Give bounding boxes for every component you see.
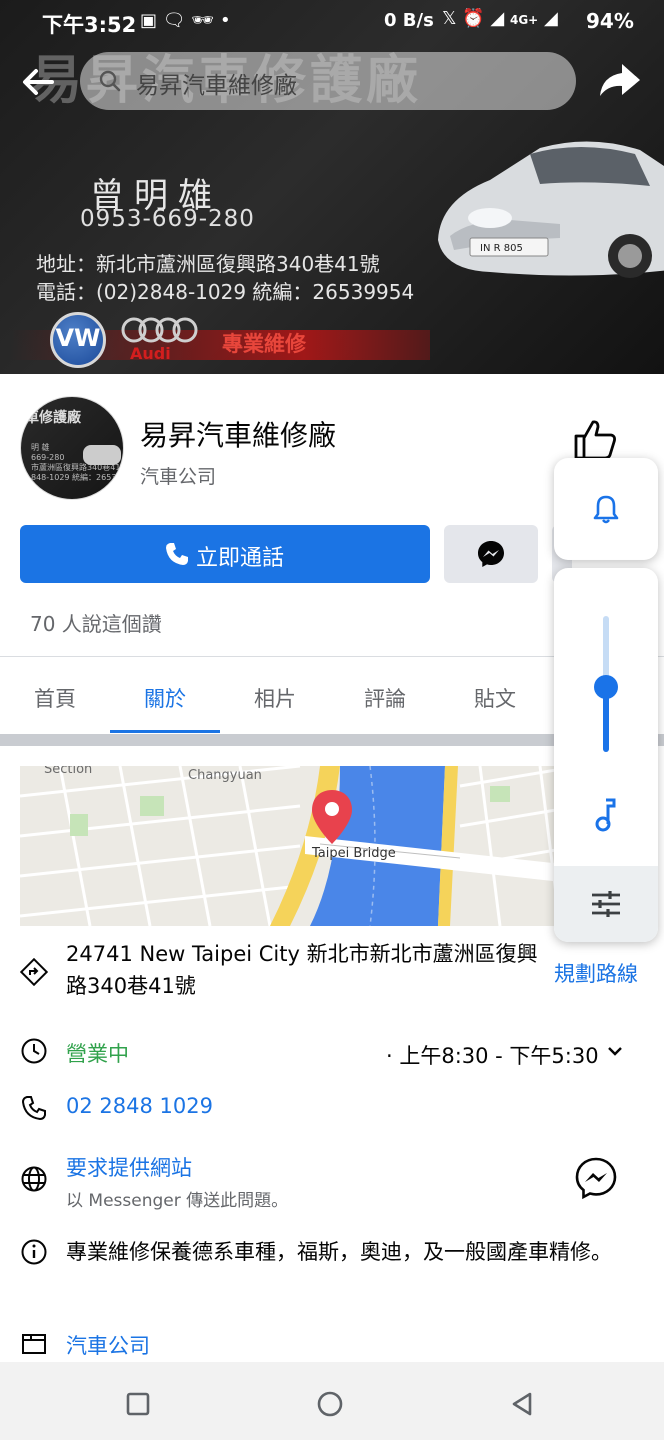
ringer-mode-button[interactable] [554,458,658,560]
messenger-icon [478,541,504,567]
description-text: 專業維修保養德系車種，福斯，奧迪，及一般國產車精修。 [66,1240,612,1264]
incognito-icon: 🕶 [191,10,215,31]
map-graphic [20,766,580,926]
car-plate: IN R 805 [480,243,523,254]
location-map[interactable]: Section Changyuan Taipei Bridge [20,766,580,926]
map-pin-icon [312,790,352,844]
card-tagline: 專業維修 [222,332,306,356]
call-now-button[interactable]: 立即通話 [20,525,430,583]
bell-icon [593,495,619,524]
tab-home[interactable]: 首頁 [34,683,76,713]
equalizer-settings-icon [592,891,620,917]
open-status: 營業中 [66,1042,129,1066]
address-text: 24741 New Taipei City 新北市新北市蘆洲區復興路340巷41… [66,942,538,998]
status-battery: 94% [586,9,634,33]
call-now-label: 立即通話 [196,546,285,571]
signal-4g-label: 4G+ [509,13,539,27]
active-tab-indicator [110,730,220,733]
music-note-icon [595,798,616,832]
page-avatar[interactable]: 車修護廠 明 雄 669-280 市蘆洲區復興路340巷41號 848-1029… [20,396,124,500]
messenger-outline-icon[interactable] [574,1156,618,1200]
likes-count: 70 人說這個讚 [30,612,162,636]
category-link[interactable]: 汽車公司 [66,1330,150,1360]
search-icon [99,70,121,92]
info-icon [21,1239,47,1265]
globe-icon [21,1166,47,1192]
status-net-speed: 0 B/s [384,10,434,31]
signal-icon: ◢ [490,8,505,29]
volume-panel [554,568,658,942]
volume-settings-button[interactable] [554,866,658,942]
status-icons-right: 𝕏 ⏰ ◢ 4G+ ◢ [442,8,558,29]
map-label-section: Section [44,766,93,777]
avatar-car [83,445,121,465]
phone-number[interactable]: 02 2848 1029 [66,1094,213,1118]
map-label-taipei-bridge: Taipei Bridge [312,846,396,861]
request-website-subtext: 以 Messenger 傳送此問題。 [66,1191,289,1211]
page-category: 汽車公司 [140,466,217,488]
alarm-icon: ⏰ [462,8,485,29]
card-mobile: 0953-669-280 [80,206,255,232]
request-website-link[interactable]: 要求提供網站 [66,1152,192,1182]
signal-4g-icon: ◢ [543,8,558,29]
directions-icon [20,958,48,986]
chevron-down-icon[interactable] [606,1044,624,1058]
share-icon[interactable] [598,60,642,100]
messenger-button[interactable] [444,525,538,583]
recents-icon[interactable] [126,1392,150,1416]
clock-icon [21,1038,47,1064]
business-hours[interactable]: · 上午8:30 - 下午5:30 [386,1040,599,1070]
card-phone: 電話：(02)2848-1029 統編：26539954 [36,280,415,304]
back-arrow-icon[interactable] [18,62,58,102]
search-bar[interactable]: 易昇汽車維修廠 [80,52,576,110]
x-icon: 𝕏 [442,8,457,29]
tab-photos[interactable]: 相片 [254,683,296,713]
status-time: 下午3:52 [42,13,137,37]
home-icon[interactable] [317,1391,343,1417]
vw-logo-text: VW [55,324,101,352]
tab-reviews[interactable]: 評論 [364,683,406,713]
tab-posts[interactable]: 貼文 [474,683,516,713]
vw-logo: VW [50,312,106,368]
card-address: 地址：新北市蘆洲區復興路340巷41號 [36,252,380,276]
category-icon [22,1334,46,1354]
volume-slider-thumb[interactable] [594,674,618,699]
dot-icon: • [219,10,231,31]
back-icon[interactable] [510,1391,534,1417]
chat-bubble-icon: 🗨 [162,10,186,31]
phone-icon [166,543,188,565]
audi-text: Audi [130,344,171,363]
search-text: 易昇汽車維修廠 [136,73,297,99]
car-image: IN R 805 [438,141,664,278]
rec-icon: ▣ [140,10,158,31]
status-icons-left: ▣ 🗨 🕶 • [140,10,231,31]
avatar-title: 車修護廠 [25,410,81,426]
audi-rings-logo [121,317,198,343]
phone-outline-icon [21,1096,46,1121]
like-icon[interactable] [572,418,618,460]
map-label-changyuan: Changyuan [188,768,262,783]
tab-about[interactable]: 關於 [144,683,186,713]
status-bar: 下午3:52 ▣ 🗨 🕶 • 0 B/s 𝕏 ⏰ ◢ 4G+ ◢ 94% [0,0,664,44]
system-nav-bar [0,1362,664,1440]
page-title: 易昇汽車維修廠 [140,419,337,452]
directions-link[interactable]: 規劃路線 [554,958,638,988]
